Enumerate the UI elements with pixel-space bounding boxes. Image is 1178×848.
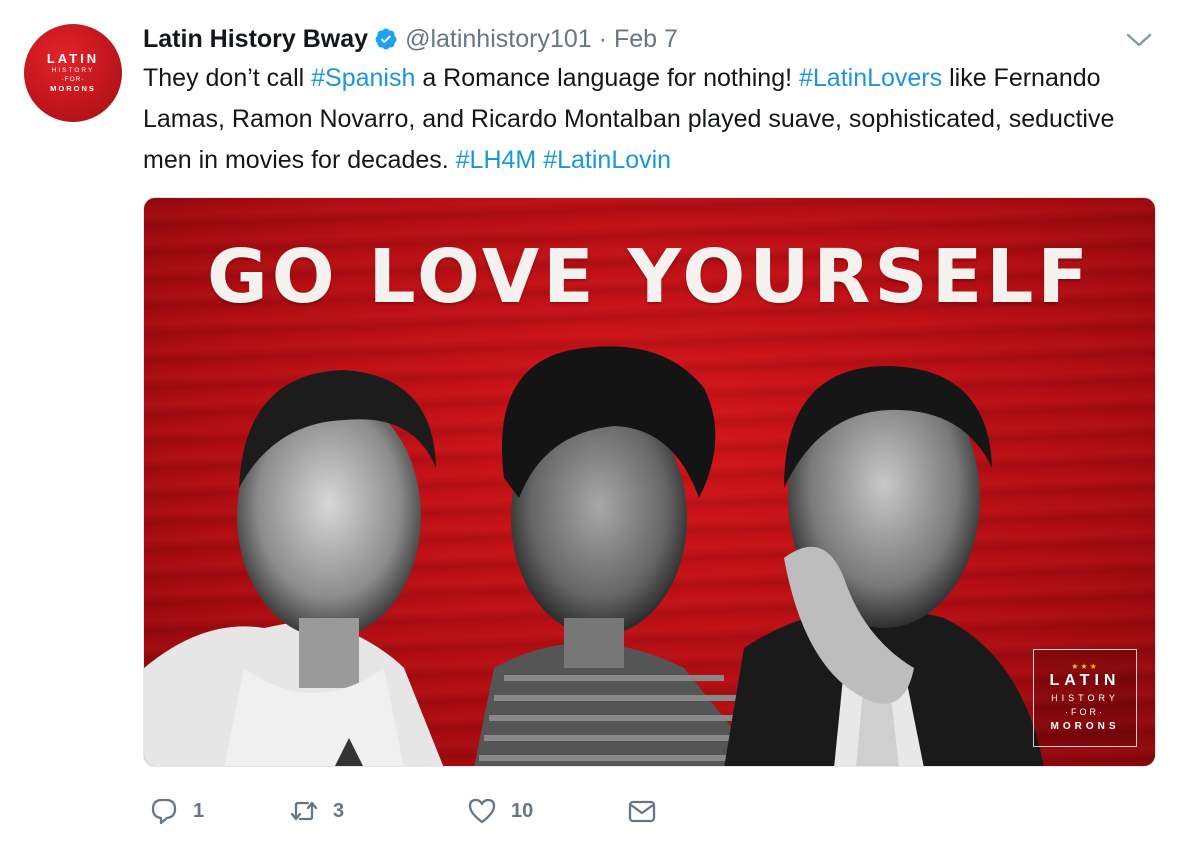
hashtag-link[interactable]: #Spanish — [311, 64, 415, 92]
image-headline: GO LOVE YOURSELF — [207, 234, 1092, 320]
retweet-count: 3 — [333, 799, 345, 822]
logo-line: MORONS — [1050, 720, 1120, 732]
retweet-button[interactable]: 3 — [289, 796, 344, 826]
avatar[interactable]: LATIN HISTORY ·FOR· MORONS — [24, 24, 122, 122]
like-count: 10 — [511, 799, 534, 822]
logo-line: ·FOR· — [1065, 706, 1105, 717]
brand-logo: ★★★ LATIN HISTORY ·FOR· MORONS — [1033, 649, 1137, 747]
reply-icon — [151, 798, 177, 825]
portrait-middle — [474, 346, 764, 766]
tweet-header: Latin History Bway @latinhistory101 · Fe… — [143, 20, 678, 58]
reply-count: 1 — [193, 799, 205, 822]
avatar-line: MORONS — [50, 84, 96, 93]
portrait-right — [724, 366, 1044, 766]
separator-dot: · — [598, 24, 607, 53]
logo-line: LATIN — [1049, 671, 1121, 689]
verified-badge-icon — [375, 28, 397, 50]
tweet-text-segment: a Romance language for nothing! — [415, 64, 799, 92]
retweet-icon — [290, 801, 318, 821]
tweet-text-segment: They don’t call — [143, 64, 312, 92]
reply-button[interactable]: 1 — [149, 796, 204, 826]
heart-icon — [468, 798, 496, 824]
tweet-date[interactable]: Feb 7 — [614, 25, 678, 54]
logo-stars: ★★★ — [1071, 661, 1099, 671]
envelope-icon — [628, 800, 656, 823]
tweet-text: They don’t call #Spanish a Romance langu… — [143, 58, 1153, 181]
user-handle[interactable]: @latinhistory101 — [405, 25, 592, 54]
chevron-down-icon[interactable] — [1125, 30, 1153, 50]
avatar-line: ·FOR· — [61, 76, 85, 83]
hashtag-link[interactable]: #LatinLovin — [543, 146, 671, 174]
hashtag-link[interactable]: #LH4M — [456, 146, 537, 174]
avatar-line: HISTORY — [51, 67, 95, 74]
direct-message-button[interactable] — [627, 796, 657, 826]
like-button[interactable]: 10 — [467, 796, 533, 826]
portrait-left — [144, 370, 444, 766]
logo-line: HISTORY — [1051, 692, 1119, 703]
hashtag-link[interactable]: #LatinLovers — [799, 64, 942, 92]
avatar-line: LATIN — [46, 51, 100, 66]
tweet-image[interactable]: GO LOVE YOURSELF ★★★ LATIN HISTORY ·FOR·… — [143, 197, 1156, 767]
display-name[interactable]: Latin History Bway — [143, 25, 368, 54]
